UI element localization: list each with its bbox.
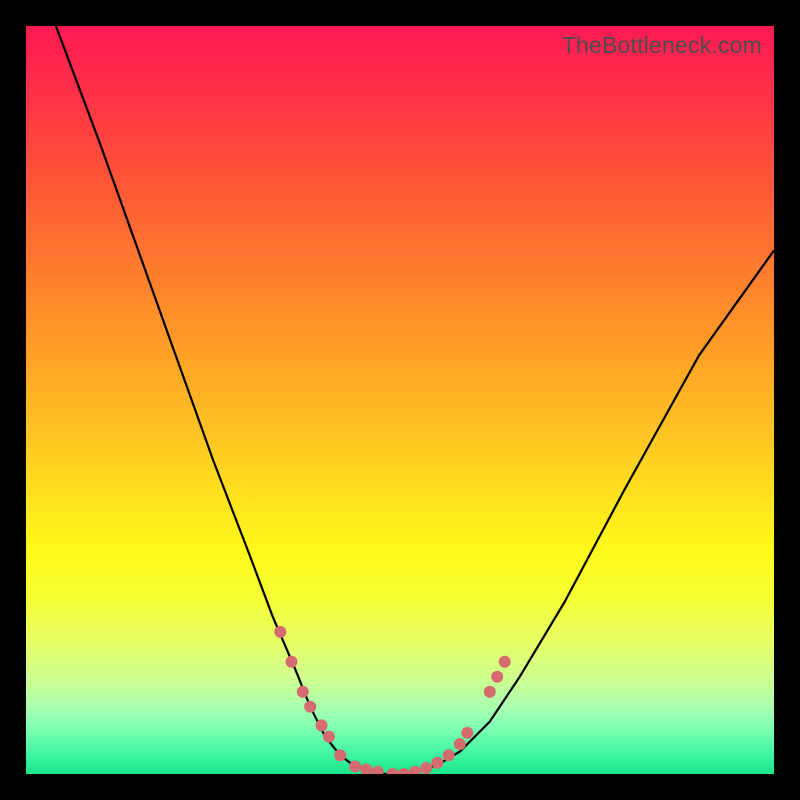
marker-dot <box>360 764 372 775</box>
marker-dot <box>461 727 473 739</box>
marker-dot <box>372 766 384 774</box>
marker-dot <box>484 686 496 698</box>
marker-dot <box>286 656 298 668</box>
marker-dot <box>274 626 286 638</box>
marker-dot <box>491 671 503 683</box>
marker-dot <box>431 757 443 769</box>
chart-frame: TheBottleneck.com <box>0 0 800 800</box>
marker-dot <box>409 766 421 774</box>
marker-dot <box>398 768 410 774</box>
marker-dot <box>323 731 335 743</box>
marker-dot <box>420 762 432 774</box>
marker-dot <box>387 768 399 774</box>
marker-dot <box>443 749 455 761</box>
chart-plot-area: TheBottleneck.com <box>26 26 774 774</box>
chart-svg <box>26 26 774 774</box>
marker-dot <box>499 656 511 668</box>
watermark-text: TheBottleneck.com <box>562 32 762 59</box>
highlight-markers <box>274 626 510 774</box>
marker-dot <box>304 701 316 713</box>
marker-dot <box>297 686 309 698</box>
marker-dot <box>349 761 361 773</box>
marker-dot <box>454 738 466 750</box>
marker-dot <box>316 719 328 731</box>
marker-dot <box>334 749 346 761</box>
bottleneck-curve-path <box>56 26 774 774</box>
